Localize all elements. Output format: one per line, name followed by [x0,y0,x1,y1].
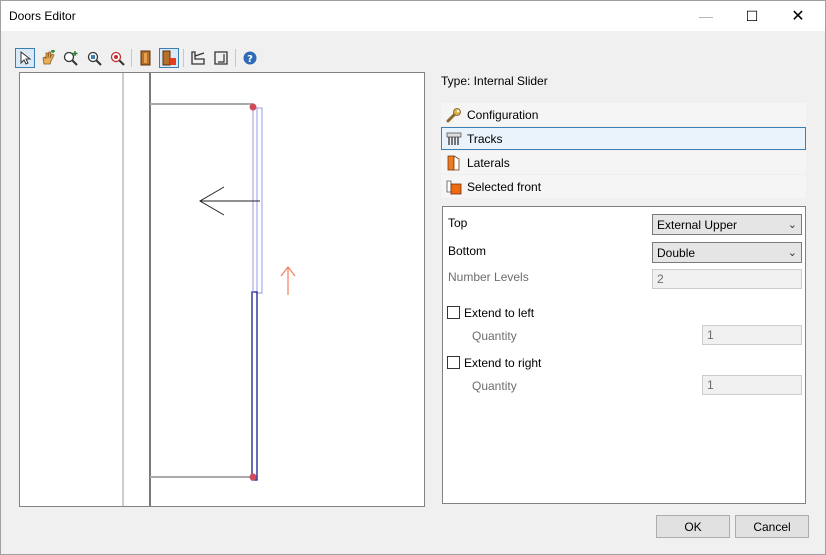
view-right-button[interactable] [211,48,231,68]
doors-editor-window: Doors Editor — ☐ ✕ ? Type: Internal Slid… [0,0,826,555]
pan-tool-button[interactable] [38,48,58,68]
properties-panel: Top External Upper ⌄ Bottom Double ⌄ Num… [442,206,806,504]
zoom-extents-button[interactable] [107,48,127,68]
bottom-select-value: Double [657,245,696,260]
zoom-in-icon [63,51,78,66]
section-tracks[interactable]: Tracks [441,127,806,150]
toolbar: ? [15,46,263,70]
view-left-icon [191,51,205,65]
quantity-right-label: Quantity [472,379,517,393]
bottom-label: Bottom [448,244,487,258]
node-handle[interactable] [249,473,257,481]
section-configuration[interactable]: Configuration [441,103,806,126]
section-selected-front[interactable]: Selected front [441,175,806,198]
laterals-icon [447,154,460,170]
section-label: Configuration [467,107,539,122]
pointer-icon [20,51,32,65]
number-levels-field[interactable]: 2 [652,269,802,289]
tracks-icon [446,132,462,145]
node-handle[interactable] [249,103,257,111]
lower-door-panel [251,291,258,481]
svg-text:?: ? [247,54,253,65]
door-front-icon [140,50,151,66]
door-lateral-drawing [122,73,296,506]
quantity-left-label: Quantity [472,329,517,343]
maximize-button[interactable]: ☐ [729,1,775,31]
pan-hand-icon [42,50,55,65]
cancel-button[interactable]: Cancel [735,515,809,538]
minimize-button[interactable]: — [683,1,729,31]
top-label: Top [448,216,468,230]
extend-left-checkbox[interactable] [447,306,460,319]
help-button[interactable]: ? [240,48,260,68]
front-view-button[interactable] [136,48,156,68]
zoom-window-icon [87,51,102,66]
toolbar-separator [235,49,236,67]
window-title: Doors Editor [9,9,76,23]
zoom-extents-icon [110,51,125,66]
view-right-icon [214,51,228,65]
door-lateral-icon [162,50,176,66]
front-icon [446,180,462,194]
top-select-value: External Upper [657,217,738,232]
toolbar-separator [183,49,184,67]
wrench-icon [446,107,461,122]
section-label: Tracks [467,131,503,146]
quantity-right-field[interactable]: 1 [702,375,802,395]
top-select[interactable]: External Upper ⌄ [652,214,802,235]
ok-button[interactable]: OK [656,515,730,538]
lateral-view-button[interactable] [159,48,179,68]
section-label: Laterals [467,155,510,170]
extend-left-label: Extend to left [464,306,535,320]
extend-right-label: Extend to right [464,356,542,370]
toolbar-separator [131,49,132,67]
type-label: Type: Internal Slider [441,74,548,88]
section-laterals[interactable]: Laterals [441,151,806,174]
section-label: Selected front [467,179,542,194]
quantity-left-field[interactable]: 1 [702,325,802,345]
chevron-down-icon: ⌄ [787,219,797,231]
chevron-down-icon: ⌄ [787,247,797,259]
title-bar: Doors Editor — ☐ ✕ [1,1,825,31]
bottom-select[interactable]: Double ⌄ [652,242,802,263]
pointer-tool-button[interactable] [15,48,35,68]
extend-right-checkbox[interactable] [447,356,460,369]
number-levels-label: Number Levels [448,270,529,284]
close-button[interactable]: ✕ [775,1,821,31]
view-left-button[interactable] [188,48,208,68]
help-icon: ? [243,51,257,65]
zoom-in-button[interactable] [61,48,81,68]
drawing-canvas[interactable] [19,72,425,507]
zoom-window-button[interactable] [84,48,104,68]
